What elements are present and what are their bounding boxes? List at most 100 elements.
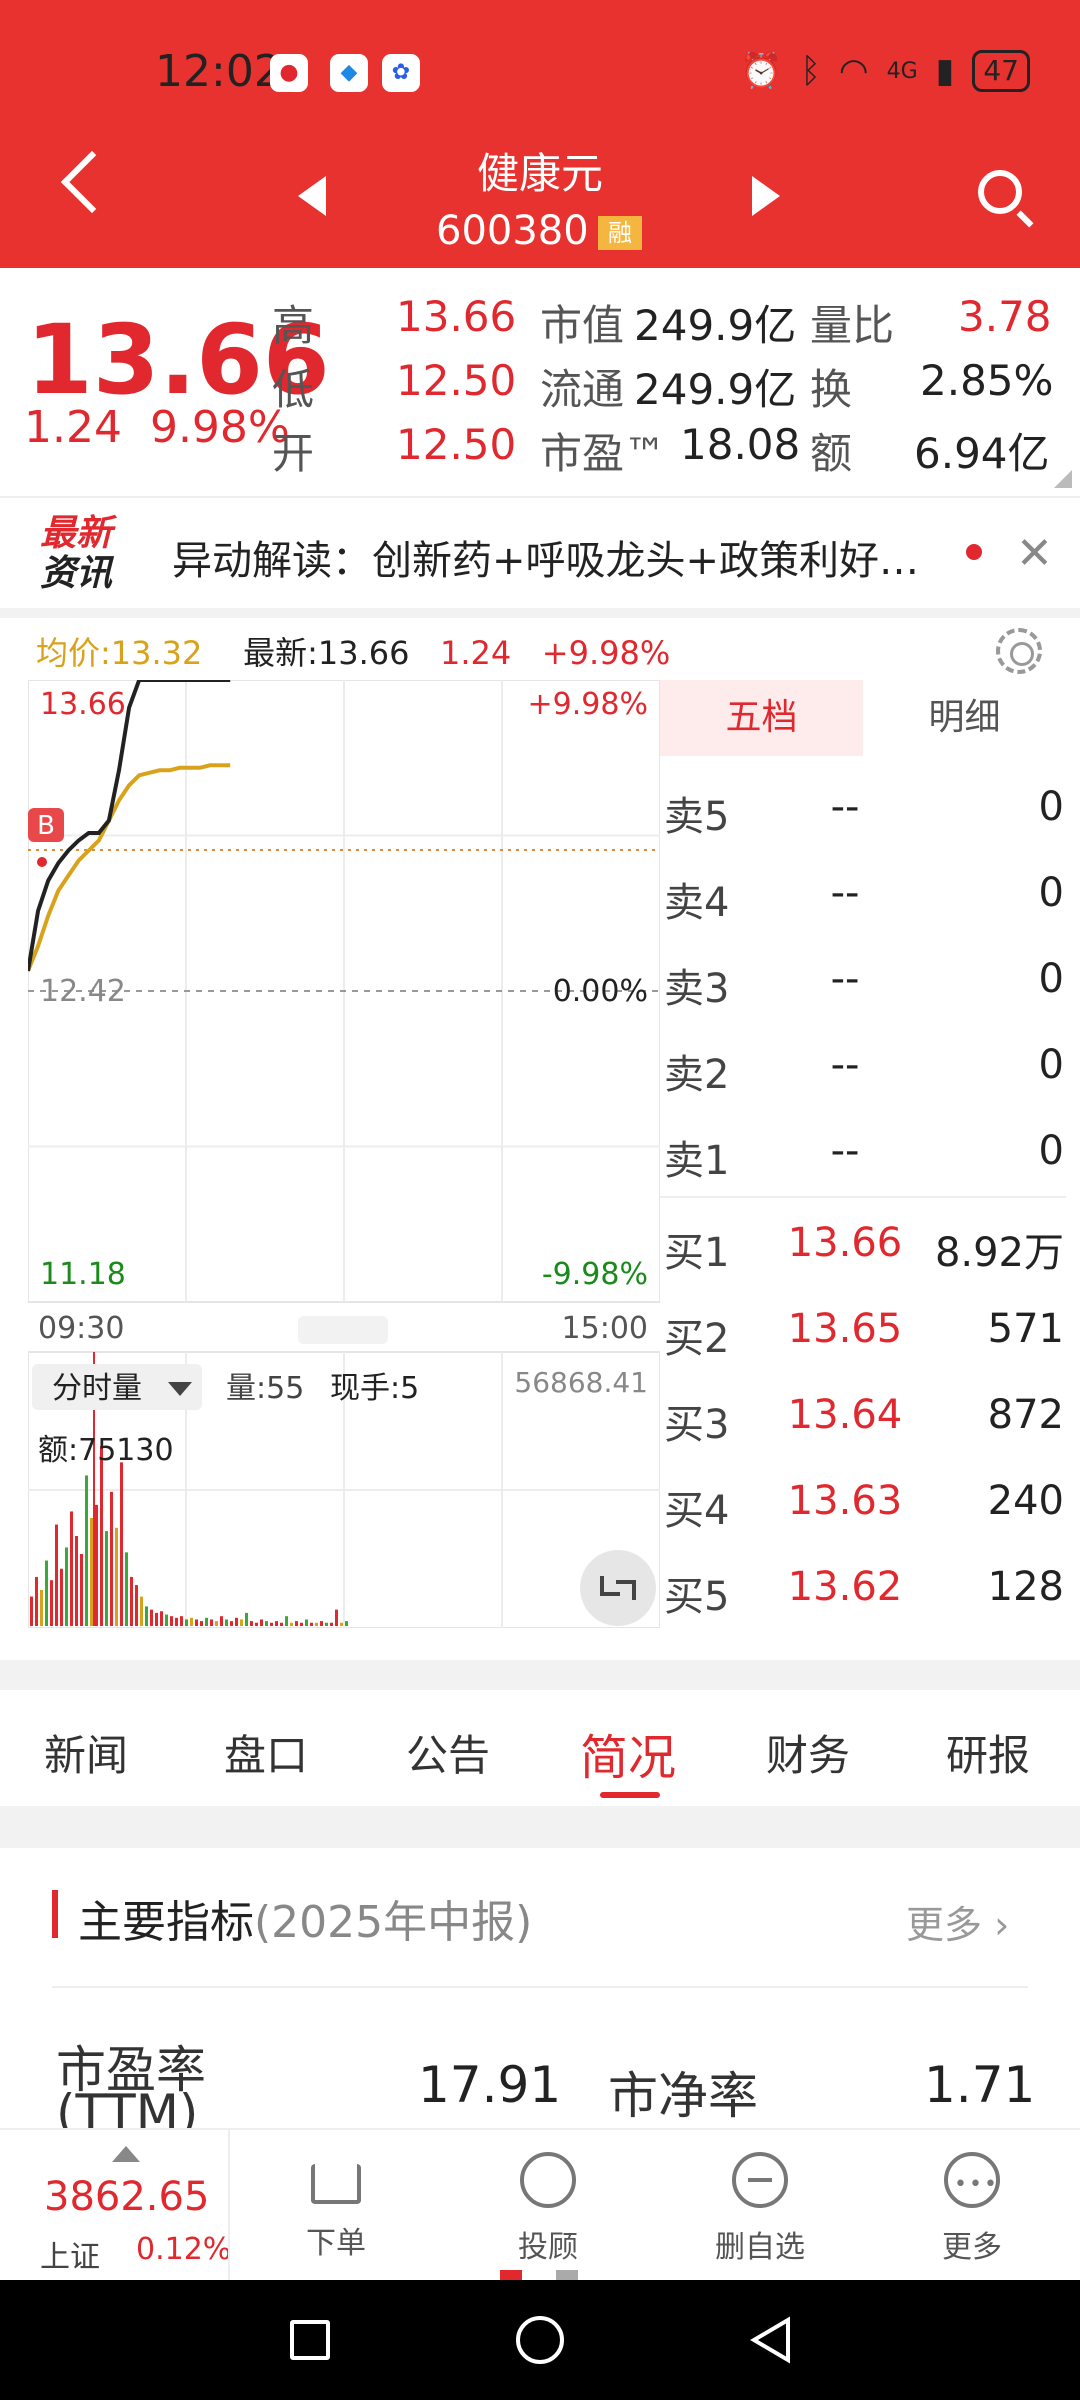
unread-dot bbox=[966, 544, 982, 560]
system-nav-bar bbox=[0, 2280, 1080, 2400]
status-time: 12:02 bbox=[155, 46, 282, 97]
float-value: 249.9亿 bbox=[634, 365, 797, 414]
volume-bar bbox=[280, 1622, 283, 1626]
home-icon[interactable] bbox=[516, 2316, 564, 2364]
hand-label: 现手:5 bbox=[330, 1371, 419, 1406]
tab-five-levels[interactable]: 五档 bbox=[660, 680, 863, 756]
stock-code: 600380 bbox=[436, 208, 589, 254]
minus-circle-icon bbox=[732, 2152, 788, 2208]
volume-bar bbox=[245, 1612, 248, 1626]
search-icon[interactable] bbox=[978, 170, 1022, 214]
section-divider bbox=[52, 1986, 1028, 1988]
buy-row: 买4 13.63 240 bbox=[664, 1458, 1064, 1542]
status-icons: ⏰ ᛒ ◠ 4G ▮ 47 bbox=[740, 50, 1030, 92]
sell-vol: 0 bbox=[1038, 956, 1064, 1002]
news-logo-bottom: 资讯 bbox=[40, 553, 113, 594]
buy-vol: 240 bbox=[987, 1478, 1064, 1524]
price-high-label: 13.66 bbox=[40, 687, 126, 722]
network-label: 4G bbox=[886, 58, 918, 84]
order-book: 五档 明细 卖5 -- 0 卖4 -- 0 卖3 -- 0 卖2 -- 0 卖1 -- 0 买1 13… bbox=[660, 680, 1066, 1628]
volume-bar bbox=[150, 1609, 153, 1626]
index-name: 上证 bbox=[40, 2240, 100, 2275]
sell-row: 卖2 -- 0 bbox=[664, 1022, 1064, 1106]
buy-vol: 872 bbox=[987, 1392, 1064, 1438]
chart-header: 均价:13.32 最新:13.66 1.24 +9.98% bbox=[36, 628, 670, 674]
battery-icon: 47 bbox=[972, 50, 1030, 92]
tab-handicap[interactable]: 盘口 bbox=[224, 1722, 308, 1783]
volratio-value: 3.78 bbox=[958, 292, 1052, 341]
next-stock-icon[interactable] bbox=[752, 176, 780, 216]
sell-label: 卖3 bbox=[664, 966, 730, 1012]
sell-vol: 0 bbox=[1038, 1042, 1064, 1088]
expand-corner-icon[interactable] bbox=[1054, 470, 1072, 488]
buy-price: 13.64 bbox=[787, 1392, 903, 1438]
tab-announcements[interactable]: 公告 bbox=[406, 1722, 490, 1783]
header: 12:02 ● ◆ ✿ ⏰ ᛒ ◠ 4G ▮ 47 健康元 600380 融 bbox=[0, 0, 1080, 268]
volume-bar bbox=[170, 1616, 173, 1626]
volume-bar bbox=[155, 1612, 158, 1626]
sell-price: -- bbox=[830, 1042, 860, 1088]
remove-watchlist-button[interactable]: 删自选 bbox=[680, 2152, 840, 2266]
sell-label: 卖2 bbox=[664, 1052, 730, 1098]
toolbar-divider bbox=[228, 2130, 230, 2282]
time-start-label: 09:30 bbox=[38, 1311, 124, 1346]
buy-label: 买5 bbox=[664, 1574, 730, 1620]
tab-overview[interactable]: 简况 bbox=[580, 1718, 676, 1788]
buy-price: 13.63 bbox=[787, 1478, 903, 1524]
volume-bar bbox=[110, 1491, 113, 1626]
advisor-icon bbox=[520, 2152, 576, 2208]
sell-vol: 0 bbox=[1038, 1128, 1064, 1174]
more-label: 更多 bbox=[906, 1903, 983, 1947]
volume-bar bbox=[240, 1619, 243, 1626]
fullscreen-button[interactable] bbox=[580, 1550, 656, 1626]
more-link[interactable]: 更多 › bbox=[906, 1894, 1009, 1949]
sell-vol: 0 bbox=[1038, 784, 1064, 830]
latest-price: 最新:13.66 bbox=[243, 634, 410, 672]
advisor-button[interactable]: 投顾 bbox=[468, 2152, 628, 2266]
news-banner[interactable]: 最新 资讯 异动解读：创新药+呼吸龙头+政策利好… ✕ bbox=[0, 496, 1080, 608]
volume-label: 量:55 bbox=[226, 1371, 304, 1406]
recents-icon[interactable] bbox=[290, 2320, 330, 2360]
volume-bar bbox=[145, 1606, 148, 1626]
volume-bar bbox=[50, 1580, 53, 1626]
volume-bar bbox=[320, 1621, 323, 1626]
price-mid-label: 12.42 bbox=[40, 974, 126, 1009]
more-button[interactable]: ••• 更多 bbox=[892, 2152, 1052, 2266]
volume-bar bbox=[175, 1617, 178, 1626]
order-button[interactable]: 下单 bbox=[256, 2152, 416, 2262]
settings-gear-icon[interactable] bbox=[996, 628, 1042, 674]
index-value[interactable]: 3862.65 bbox=[44, 2174, 209, 2220]
mktcap-label: 市值 bbox=[540, 301, 625, 350]
tab-news[interactable]: 新闻 bbox=[44, 1722, 128, 1783]
close-icon[interactable]: ✕ bbox=[1016, 528, 1053, 579]
time-end-label: 15:00 bbox=[562, 1311, 648, 1346]
wifi-icon: ◠ bbox=[838, 51, 869, 91]
time-scrubber[interactable] bbox=[298, 1316, 388, 1344]
volume-bar bbox=[250, 1621, 253, 1626]
volume-bar bbox=[60, 1568, 63, 1626]
back-nav-icon[interactable] bbox=[748, 2316, 794, 2364]
volume-bar bbox=[185, 1619, 188, 1626]
signal-icon: ▮ bbox=[935, 51, 955, 91]
buy-row: 买3 13.64 872 bbox=[664, 1372, 1064, 1456]
volume-bar bbox=[300, 1622, 303, 1626]
tab-research[interactable]: 研报 bbox=[946, 1722, 1030, 1783]
volume-bar bbox=[340, 1622, 343, 1626]
volume-bar bbox=[255, 1622, 258, 1626]
volume-bar bbox=[235, 1617, 238, 1626]
sell-label: 卖5 bbox=[664, 794, 730, 840]
volume-bar bbox=[40, 1590, 43, 1626]
intraday-chart[interactable]: B 13.66 12.42 11.18 +9.98% 0.00% -9.98% … bbox=[28, 680, 660, 1628]
pe-label: 市盈™ bbox=[540, 429, 667, 478]
news-text[interactable]: 异动解读：创新药+呼吸龙头+政策利好… bbox=[172, 528, 952, 586]
stock-name: 健康元 bbox=[476, 149, 603, 198]
volume-bar bbox=[220, 1616, 223, 1626]
tab-detail[interactable]: 明细 bbox=[863, 680, 1066, 756]
latest-change-pct: +9.98% bbox=[541, 634, 671, 672]
volume-bar bbox=[70, 1511, 73, 1626]
volume-bar bbox=[260, 1619, 263, 1626]
volume-selector-label: 分时量 bbox=[52, 1371, 142, 1406]
buy-price: 13.62 bbox=[787, 1564, 903, 1610]
pe-ttm-value: 17.91 bbox=[418, 2056, 562, 2114]
tab-finance[interactable]: 财务 bbox=[766, 1722, 850, 1783]
